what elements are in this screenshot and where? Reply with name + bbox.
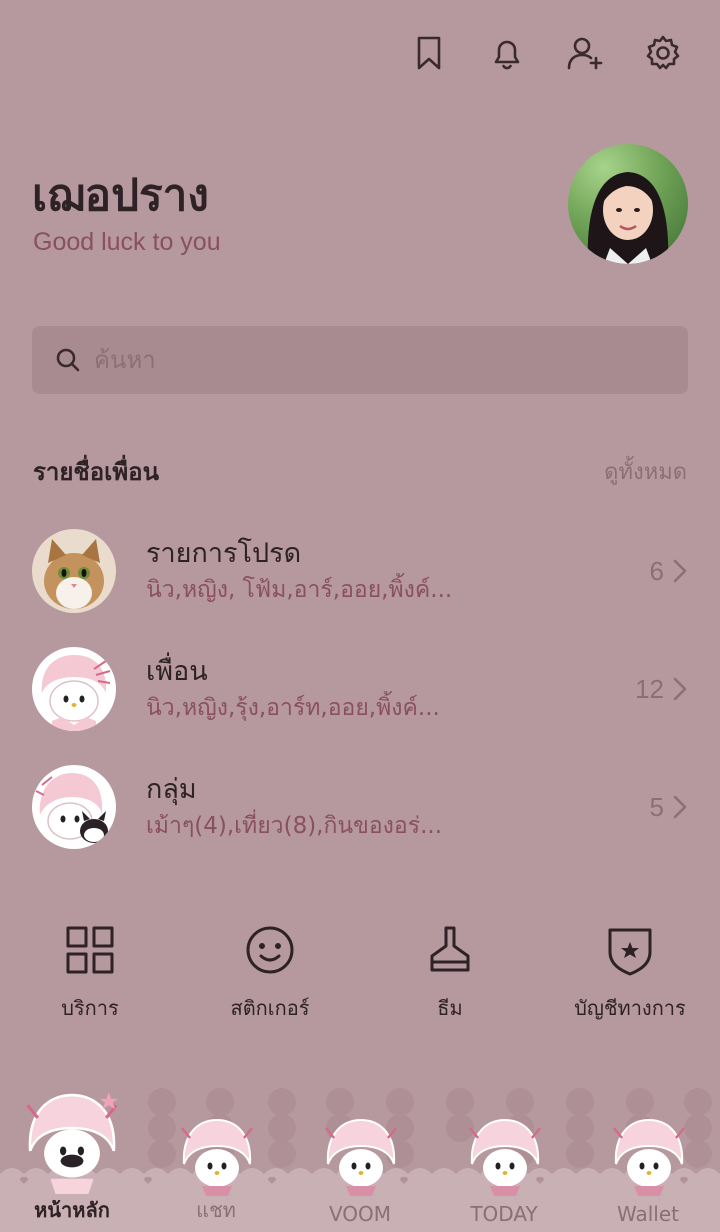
brush-icon [430, 926, 470, 972]
search-icon [56, 348, 80, 372]
nav-tab-label: Wallet [616, 1202, 679, 1226]
list-item-count: 5 [650, 748, 688, 866]
nav-tab-wallet[interactable]: Wallet [576, 1082, 720, 1232]
nav-tab-voom[interactable]: VOOM [288, 1082, 432, 1232]
chevron-right-icon [673, 559, 687, 583]
shortcut-stickers[interactable]: สติกเกอร์ [180, 922, 360, 1024]
top-toolbar [408, 30, 684, 76]
friends-mascot-avatar [32, 647, 116, 731]
shortcut-label: สติกเกอร์ [230, 996, 310, 1020]
see-all-link[interactable]: ดูทั้งหมด [604, 454, 687, 489]
list-item-subtitle: นิว,หญิง,รุ้ง,อาร์ท,ออย,พิ้งค์... [146, 695, 440, 721]
list-item-favorites[interactable]: รายการโปรด นิว,หญิง, โฟ้ม,อาร์,ออย,พิ้งค… [32, 512, 692, 630]
groups-mascot-avatar [32, 765, 116, 849]
friends-section-title: รายชื่อเพื่อน [33, 458, 159, 486]
list-item-count: 12 [635, 630, 688, 748]
profile-avatar[interactable] [568, 144, 688, 264]
nav-tab-label: หน้าหลัก [34, 1198, 110, 1222]
list-item-title: รายการโปรด [146, 538, 302, 569]
shortcut-bar: บริการ สติกเกอร์ ธีม บัญชีทางการ [0, 922, 720, 1024]
search-input[interactable] [94, 346, 654, 374]
add-friend-icon[interactable] [564, 30, 606, 76]
friends-section-header: รายชื่อเพื่อน ดูทั้งหมด [33, 452, 687, 491]
bottom-nav: หน้าหลัก แชท VOOM TODAY Wallet [0, 1082, 720, 1232]
wallet-mascot-icon [613, 1118, 685, 1196]
shortcut-official-accounts[interactable]: บัญชีทางการ [540, 922, 720, 1024]
smiley-icon [246, 926, 294, 974]
list-item-title: กลุ่ม [146, 774, 197, 805]
shortcut-label: บริการ [61, 996, 119, 1020]
list-item-friends[interactable]: เพื่อน นิว,หญิง,รุ้ง,อาร์ท,ออย,พิ้งค์...… [32, 630, 692, 748]
nav-tab-label: แชท [196, 1198, 236, 1222]
nav-tab-label: TODAY [470, 1202, 538, 1226]
favorites-cat-avatar [32, 529, 116, 613]
home-mascot-icon [26, 1092, 118, 1194]
bell-icon[interactable] [486, 30, 528, 76]
voom-mascot-icon [325, 1118, 397, 1196]
chats-mascot-icon [181, 1118, 253, 1196]
bottom-nav-bar: หน้าหลัก แชท VOOM TODAY Wallet [0, 1082, 720, 1232]
today-mascot-icon [469, 1118, 541, 1196]
chevron-right-icon [673, 677, 687, 701]
nav-tab-today[interactable]: TODAY [432, 1082, 576, 1232]
list-item-groups[interactable]: กลุ่ม เม้าๆ(4),เที่ยว(8),กินของอร่... 5 [32, 748, 692, 866]
shortcut-label: บัญชีทางการ [574, 996, 686, 1020]
count-value: 12 [635, 673, 664, 704]
list-item-title: เพื่อน [146, 656, 208, 687]
shortcut-label: ธีม [437, 996, 463, 1020]
shield-star-icon [608, 928, 652, 976]
shortcut-services[interactable]: บริการ [0, 922, 180, 1024]
nav-tab-chats[interactable]: แชท [144, 1082, 288, 1232]
nav-tab-label: VOOM [328, 1202, 392, 1226]
count-value: 5 [649, 791, 664, 822]
nav-tab-home[interactable]: หน้าหลัก [0, 1082, 144, 1232]
profile-status-message[interactable]: Good luck to you [33, 228, 221, 257]
friends-list: รายการโปรด นิว,หญิง, โฟ้ม,อาร์,ออย,พิ้งค… [32, 512, 692, 866]
chevron-right-icon [673, 795, 687, 819]
settings-gear-icon[interactable] [642, 30, 684, 76]
bookmark-icon[interactable] [408, 30, 450, 76]
count-value: 6 [649, 555, 664, 586]
profile-name[interactable]: เฌอปราง [32, 160, 209, 230]
list-item-count: 6 [650, 512, 688, 630]
list-item-subtitle: นิว,หญิง, โฟ้ม,อาร์,ออย,พิ้งค์... [146, 577, 453, 603]
shortcut-themes[interactable]: ธีม [360, 922, 540, 1024]
grid-icon [66, 926, 114, 974]
search-bar[interactable] [32, 326, 688, 394]
list-item-subtitle: เม้าๆ(4),เที่ยว(8),กินของอร่... [146, 813, 443, 839]
